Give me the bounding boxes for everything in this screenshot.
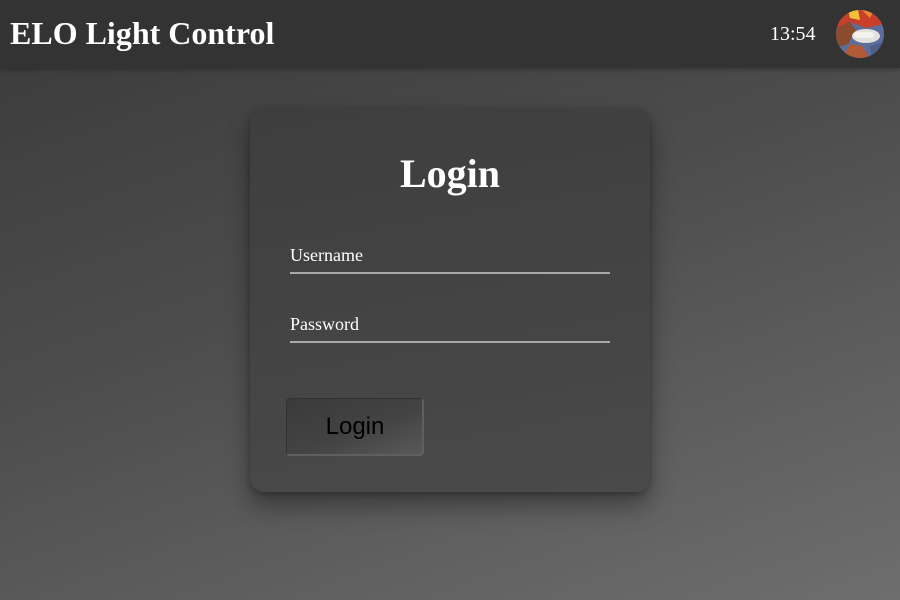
password-input[interactable] xyxy=(290,305,610,343)
clock: 13:54 xyxy=(770,23,816,45)
user-avatar-icon[interactable] xyxy=(836,10,884,58)
username-input[interactable] xyxy=(290,236,610,274)
avatar-image xyxy=(836,10,884,58)
app-title: ELO Light Control xyxy=(10,15,275,51)
login-button[interactable]: Login xyxy=(286,398,424,456)
top-bar: ELO Light Control 13:54 xyxy=(0,0,900,68)
login-title: Login xyxy=(399,151,501,196)
login-card: Login Username Password Login xyxy=(250,108,650,492)
password-field: Password xyxy=(290,305,610,343)
username-field: Username xyxy=(290,236,610,274)
